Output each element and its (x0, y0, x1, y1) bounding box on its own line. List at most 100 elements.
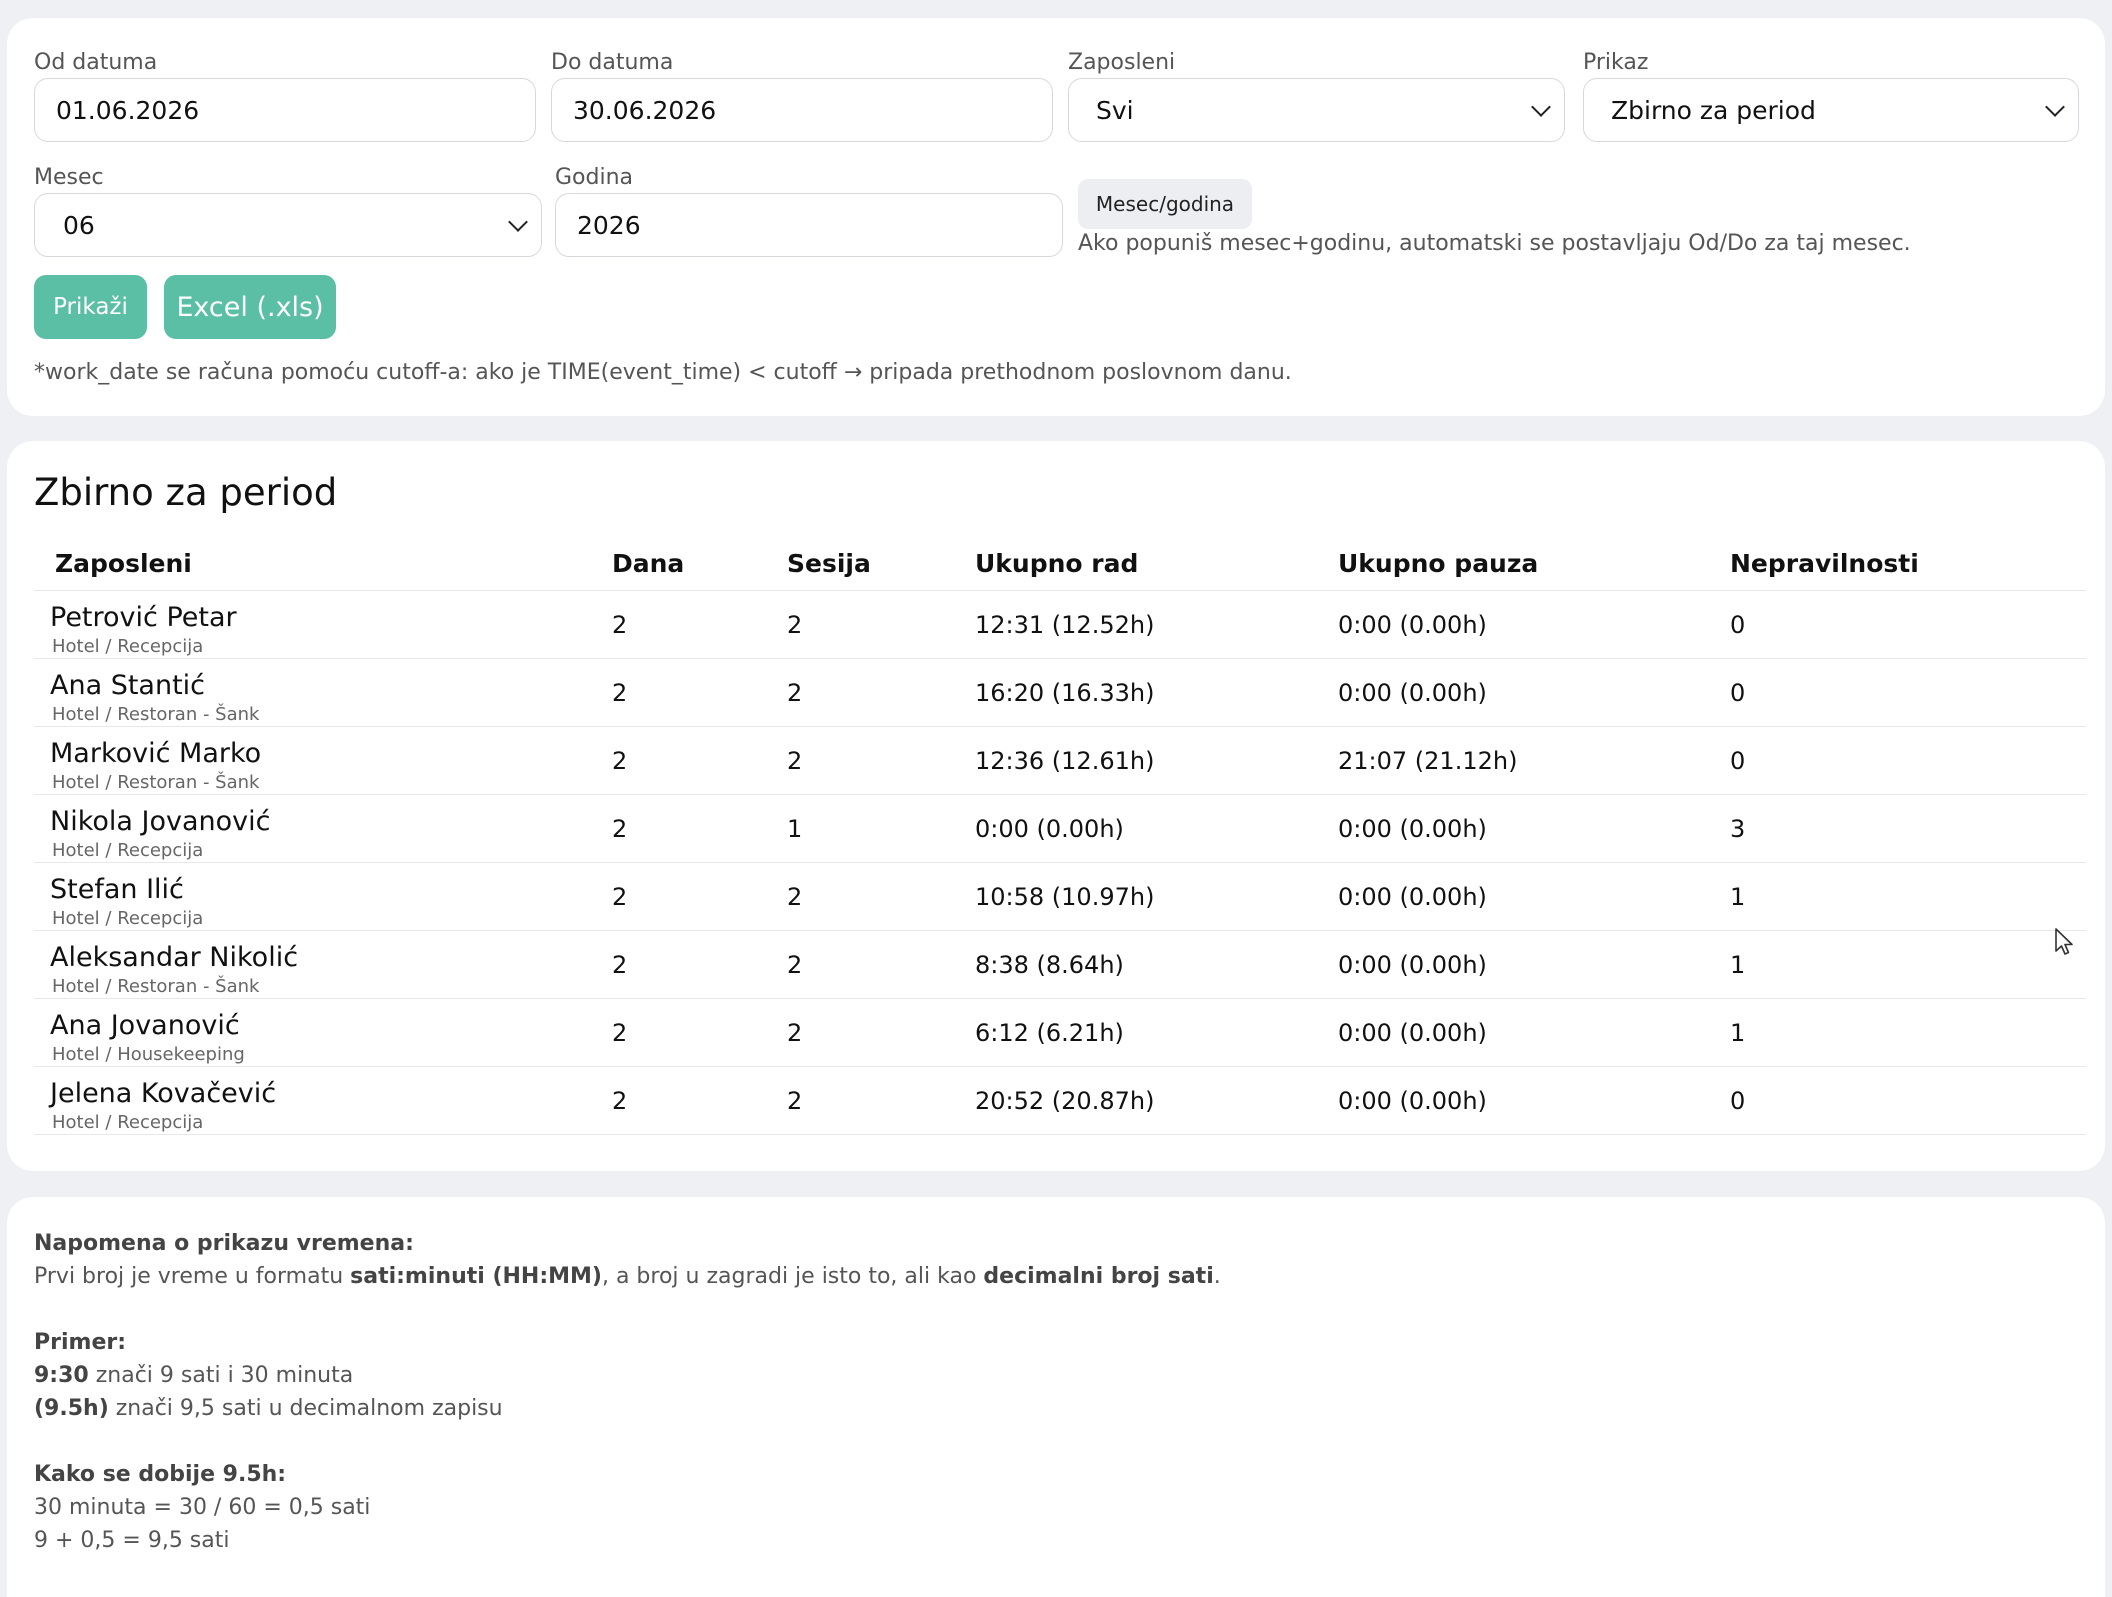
chevron-down-icon (508, 212, 528, 232)
table-row: Aleksandar Nikolić Hotel / Restoran - Šan… (34, 931, 2086, 999)
employee-name: Ana Stantić (50, 670, 206, 701)
employee-department: Hotel / Restoran - Šank (52, 704, 260, 725)
cell-days: 2 (612, 679, 628, 707)
how-heading: Kako se dobije 9.5h: (34, 1462, 287, 1487)
cell-work: 12:31 (12.52h) (975, 611, 1155, 639)
cell-work: 6:12 (6.21h) (975, 1019, 1124, 1047)
cell-work: 8:38 (8.64h) (975, 951, 1124, 979)
employee-department: Hotel / Recepcija (52, 1112, 204, 1133)
cutoff-note: *work_date se računa pomoću cutoff-a: ak… (34, 360, 1292, 385)
cell-pause: 21:07 (21.12h) (1338, 747, 1518, 775)
summary-table: Zaposleni Dana Sesija Ukupno rad Ukupno … (34, 533, 2086, 1135)
employee-department: Hotel / Restoran - Šank (52, 772, 260, 793)
column-header: Dana (612, 549, 685, 578)
to-date-label: Do datuma (551, 50, 674, 75)
cell-sessions: 2 (787, 883, 803, 911)
view-label: Prikaz (1583, 50, 1649, 75)
cell-days: 2 (612, 611, 628, 639)
employee-name: Petrović Petar (50, 602, 237, 633)
calc-line-1: 30 minuta = 30 / 60 = 0,5 sati (34, 1495, 371, 1520)
view-select[interactable]: Zbirno za period (1583, 78, 2079, 142)
cell-sessions: 2 (787, 1087, 803, 1115)
chevron-down-icon (1531, 97, 1551, 117)
cell-sessions: 2 (787, 1019, 803, 1047)
cell-sessions: 2 (787, 951, 803, 979)
to-date-input[interactable]: 30.06.2026 (551, 78, 1053, 142)
employee-department: Hotel / Recepcija (52, 636, 204, 657)
results-title: Zbirno za period (34, 471, 338, 514)
cell-irregular: 0 (1730, 747, 1746, 775)
employee-name: Nikola Jovanović (50, 806, 271, 837)
column-header: Zaposleni (55, 549, 192, 578)
year-input[interactable]: 2026 (555, 193, 1063, 257)
cell-sessions: 2 (787, 679, 803, 707)
table-header: Zaposleni Dana Sesija Ukupno rad Ukupno … (34, 533, 2086, 591)
note-heading: Napomena o prikazu vremena: (34, 1231, 414, 1256)
example-line-1: 9:30 znači 9 sati i 30 minuta (34, 1363, 354, 1388)
employee-select-value: Svi (1096, 95, 1134, 125)
cell-pause: 0:00 (0.00h) (1338, 883, 1487, 911)
cell-irregular: 1 (1730, 883, 1746, 911)
cell-days: 2 (612, 747, 628, 775)
table-row: Stefan Ilić Hotel / Recepcija 2 2 10:58 (10.… (34, 863, 2086, 931)
year-label: Godina (555, 165, 634, 190)
time-format-note-card: Napomena o prikazu vremena: Prvi broj je… (7, 1197, 2105, 1597)
column-header: Ukupno pauza (1338, 549, 1539, 578)
month-select-value: 06 (63, 210, 95, 240)
employee-name: Ana Jovanović (50, 1010, 240, 1041)
time-format-note: Napomena o prikazu vremena: Prvi broj je… (34, 1227, 1221, 1557)
cell-work: 16:20 (16.33h) (975, 679, 1155, 707)
employee-name: Jelena Kovačević (50, 1078, 277, 1109)
cell-irregular: 0 (1730, 1087, 1746, 1115)
table-body: Petrović Petar Hotel / Recepcija 2 2 12:31 (… (34, 591, 2086, 1135)
cell-days: 2 (612, 1019, 628, 1047)
month-year-button[interactable]: Mesec/godina (1078, 179, 1252, 229)
cell-sessions: 2 (787, 611, 803, 639)
cell-pause: 0:00 (0.00h) (1338, 1019, 1487, 1047)
cell-work: 0:00 (0.00h) (975, 815, 1124, 843)
cell-days: 2 (612, 883, 628, 911)
mouse-cursor-icon (2055, 928, 2073, 955)
from-date-input[interactable]: 01.06.2026 (34, 78, 536, 142)
cell-sessions: 1 (787, 815, 803, 843)
employee-department: Hotel / Housekeeping (52, 1044, 245, 1065)
filters-card: Od datuma 01.06.2026 Do datuma 30.06.202… (7, 18, 2105, 416)
table-row: Ana Jovanović Hotel / Housekeeping 2 2 6:12 … (34, 999, 2086, 1067)
cell-irregular: 1 (1730, 951, 1746, 979)
employee-select[interactable]: Svi (1068, 78, 1565, 142)
cell-work: 12:36 (12.61h) (975, 747, 1155, 775)
table-row: Marković Marko Hotel / Restoran - Šank 2 2 1… (34, 727, 2086, 795)
results-card: Zbirno za period Zaposleni Dana Sesija U… (7, 441, 2105, 1171)
employee-department: Hotel / Recepcija (52, 840, 204, 861)
cell-pause: 0:00 (0.00h) (1338, 679, 1487, 707)
excel-export-button[interactable]: Excel (.xls) (164, 275, 336, 339)
cell-days: 2 (612, 815, 628, 843)
view-select-value: Zbirno za period (1611, 95, 1816, 125)
month-label: Mesec (34, 165, 104, 190)
show-button[interactable]: Prikaži (34, 275, 147, 339)
example-heading: Primer: (34, 1330, 127, 1355)
month-select[interactable]: 06 (34, 193, 542, 257)
employee-department: Hotel / Recepcija (52, 908, 204, 929)
table-row: Petrović Petar Hotel / Recepcija 2 2 12:31 (… (34, 591, 2086, 659)
employee-department: Hotel / Restoran - Šank (52, 976, 260, 997)
note-line-1: Prvi broj je vreme u formatu sati:minuti… (34, 1264, 1221, 1289)
cell-pause: 0:00 (0.00h) (1338, 815, 1487, 843)
cell-irregular: 3 (1730, 815, 1746, 843)
cell-work: 10:58 (10.97h) (975, 883, 1155, 911)
employee-name: Marković Marko (50, 738, 262, 769)
cell-pause: 0:00 (0.00h) (1338, 611, 1487, 639)
cell-days: 2 (612, 951, 628, 979)
table-row: Ana Stantić Hotel / Restoran - Šank 2 2 16:2… (34, 659, 2086, 727)
example-line-2: (9.5h) znači 9,5 sati u decimalnom zapis… (34, 1396, 503, 1421)
cell-work: 20:52 (20.87h) (975, 1087, 1155, 1115)
column-header: Nepravilnosti (1730, 549, 1919, 578)
cell-irregular: 0 (1730, 679, 1746, 707)
employee-label: Zaposleni (1068, 50, 1176, 75)
table-row: Jelena Kovačević Hotel / Recepcija 2 2 20:52… (34, 1067, 2086, 1135)
employee-name: Stefan Ilić (50, 874, 184, 905)
cell-sessions: 2 (787, 747, 803, 775)
table-row: Nikola Jovanović Hotel / Recepcija 2 1 0:00 … (34, 795, 2086, 863)
column-header: Ukupno rad (975, 549, 1139, 578)
from-date-label: Od datuma (34, 50, 158, 75)
